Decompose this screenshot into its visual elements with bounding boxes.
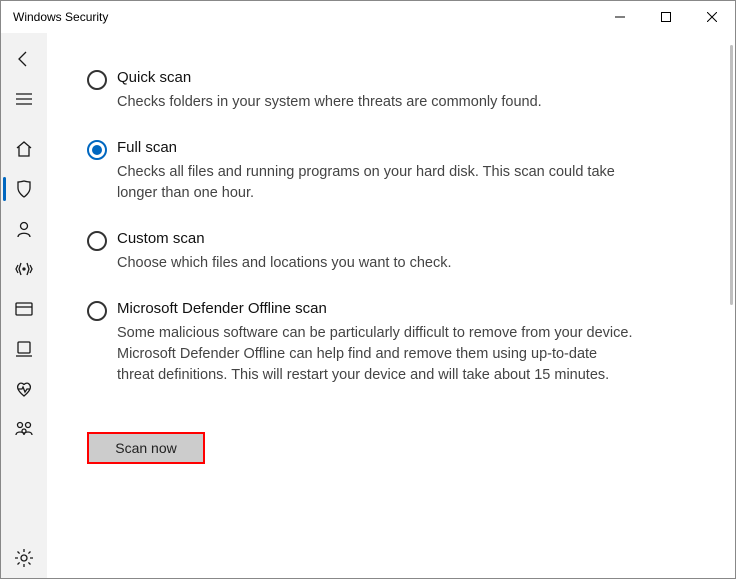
- option-quick-scan[interactable]: Quick scan Checks folders in your system…: [87, 69, 687, 113]
- nav-settings[interactable]: [3, 538, 45, 578]
- back-button[interactable]: [3, 39, 45, 79]
- main-content: Quick scan Checks folders in your system…: [47, 33, 735, 578]
- radio-offline-scan[interactable]: [87, 301, 107, 321]
- radio-quick-scan[interactable]: [87, 70, 107, 90]
- nav-account[interactable]: [3, 209, 45, 249]
- nav-device-performance[interactable]: [3, 369, 45, 409]
- option-description: Some malicious software can be particula…: [117, 323, 637, 386]
- option-custom-scan[interactable]: Custom scan Choose which files and locat…: [87, 230, 687, 274]
- scrollbar[interactable]: [730, 45, 733, 305]
- sidebar: [1, 33, 47, 578]
- option-description: Checks all files and running programs on…: [117, 162, 637, 204]
- scan-now-button[interactable]: Scan now: [87, 432, 205, 464]
- radio-full-scan[interactable]: [87, 140, 107, 160]
- option-full-scan[interactable]: Full scan Checks all files and running p…: [87, 139, 687, 204]
- option-description: Checks folders in your system where thre…: [117, 92, 637, 113]
- menu-button[interactable]: [3, 79, 45, 119]
- option-title: Custom scan: [117, 230, 637, 247]
- option-title: Quick scan: [117, 69, 637, 86]
- nav-family[interactable]: [3, 409, 45, 449]
- nav-virus-threat[interactable]: [3, 169, 45, 209]
- window-title: Windows Security: [13, 10, 108, 24]
- option-title: Microsoft Defender Offline scan: [117, 300, 637, 317]
- nav-firewall[interactable]: [3, 249, 45, 289]
- option-title: Full scan: [117, 139, 637, 156]
- minimize-button[interactable]: [597, 1, 643, 33]
- option-description: Choose which files and locations you wan…: [117, 253, 637, 274]
- title-bar: Windows Security: [1, 1, 735, 33]
- nav-app-browser[interactable]: [3, 289, 45, 329]
- radio-custom-scan[interactable]: [87, 231, 107, 251]
- nav-home[interactable]: [3, 129, 45, 169]
- nav-device-security[interactable]: [3, 329, 45, 369]
- maximize-button[interactable]: [643, 1, 689, 33]
- close-button[interactable]: [689, 1, 735, 33]
- option-offline-scan[interactable]: Microsoft Defender Offline scan Some mal…: [87, 300, 687, 386]
